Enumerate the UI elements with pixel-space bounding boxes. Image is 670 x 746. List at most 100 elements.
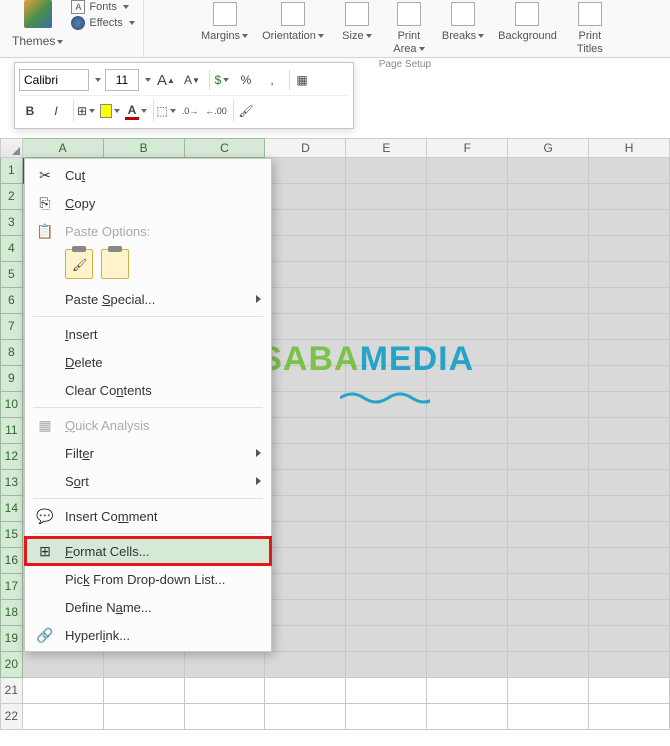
filter-menuitem[interactable]: Filter [25, 439, 271, 467]
cell[interactable] [265, 314, 346, 340]
cell[interactable] [104, 652, 185, 678]
row-header[interactable]: 4 [0, 236, 23, 262]
cell[interactable] [346, 652, 427, 678]
merge-center-button[interactable]: ⬚ [153, 100, 175, 122]
column-header[interactable]: C [185, 138, 266, 158]
cell[interactable] [508, 210, 589, 236]
cell[interactable] [346, 626, 427, 652]
cell[interactable] [104, 704, 185, 730]
column-header[interactable]: B [104, 138, 185, 158]
cell[interactable] [427, 496, 508, 522]
paste-option-paste[interactable] [65, 249, 93, 279]
column-header[interactable]: G [508, 138, 589, 158]
cell[interactable] [23, 652, 104, 678]
column-header[interactable]: D [265, 138, 346, 158]
accounting-format-button[interactable]: $ [209, 69, 231, 91]
cell[interactable] [427, 210, 508, 236]
cell[interactable] [589, 522, 670, 548]
cell[interactable] [346, 496, 427, 522]
cell[interactable] [346, 158, 427, 184]
row-header[interactable]: 14 [0, 496, 23, 522]
cell[interactable] [265, 236, 346, 262]
cell[interactable] [265, 262, 346, 288]
cell[interactable] [589, 288, 670, 314]
row-header[interactable]: 3 [0, 210, 23, 236]
cell[interactable] [346, 470, 427, 496]
cell[interactable] [427, 704, 508, 730]
cell[interactable] [346, 262, 427, 288]
cell[interactable] [589, 626, 670, 652]
fill-color-button[interactable] [99, 100, 121, 122]
size-button[interactable]: Size [332, 0, 382, 57]
cell[interactable] [589, 574, 670, 600]
cell[interactable] [346, 574, 427, 600]
themes-button[interactable]: Themes [12, 0, 63, 48]
cell[interactable] [346, 184, 427, 210]
cell[interactable] [589, 652, 670, 678]
cell[interactable] [589, 262, 670, 288]
cell[interactable] [508, 418, 589, 444]
cell[interactable] [346, 704, 427, 730]
row-header[interactable]: 19 [0, 626, 23, 652]
chevron-down-icon[interactable] [95, 78, 101, 82]
row-header[interactable]: 13 [0, 470, 23, 496]
cell[interactable] [346, 522, 427, 548]
column-header[interactable]: F [427, 138, 508, 158]
cell[interactable] [427, 600, 508, 626]
cell[interactable] [265, 548, 346, 574]
row-header[interactable]: 7 [0, 314, 23, 340]
cell[interactable] [589, 548, 670, 574]
clear-contents-menuitem[interactable]: Clear Contents [25, 376, 271, 404]
decrease-decimal-button[interactable]: .0→ [179, 100, 201, 122]
cell[interactable] [589, 340, 670, 366]
cell[interactable] [265, 600, 346, 626]
row-header[interactable]: 8 [0, 340, 23, 366]
row-header[interactable]: 20 [0, 652, 23, 678]
column-header[interactable]: A [23, 138, 104, 158]
cell[interactable] [265, 678, 346, 704]
cell[interactable] [346, 444, 427, 470]
font-color-button[interactable]: A [125, 100, 147, 122]
cell[interactable] [427, 678, 508, 704]
cell[interactable] [346, 366, 427, 392]
cell[interactable] [346, 678, 427, 704]
cell[interactable] [508, 574, 589, 600]
cell[interactable] [589, 158, 670, 184]
italic-button[interactable]: I [45, 100, 67, 122]
cell[interactable] [589, 470, 670, 496]
cell[interactable] [346, 600, 427, 626]
cell[interactable] [265, 704, 346, 730]
column-header[interactable]: E [346, 138, 427, 158]
increase-font-button[interactable]: A▲ [155, 69, 177, 91]
cell[interactable] [427, 470, 508, 496]
row-header[interactable]: 11 [0, 418, 23, 444]
row-header[interactable]: 18 [0, 600, 23, 626]
quick-analysis-menuitem[interactable]: ▦Quick Analysis [25, 411, 271, 439]
paste-special-menuitem[interactable]: Paste Special... [25, 285, 271, 313]
cell[interactable] [589, 444, 670, 470]
cell[interactable] [589, 314, 670, 340]
cell[interactable] [508, 262, 589, 288]
hyperlink-menuitem[interactable]: 🔗Hyperlink... [25, 621, 271, 649]
cell[interactable] [589, 184, 670, 210]
insert-menuitem[interactable]: Insert [25, 320, 271, 348]
cell[interactable] [508, 600, 589, 626]
cell[interactable] [589, 600, 670, 626]
cell[interactable] [265, 392, 346, 418]
cell[interactable] [265, 652, 346, 678]
cell[interactable] [508, 184, 589, 210]
cell[interactable] [427, 158, 508, 184]
cell[interactable] [427, 574, 508, 600]
cell[interactable] [266, 158, 347, 184]
comma-style-button[interactable]: , [261, 69, 283, 91]
font-size-combo[interactable] [105, 69, 139, 91]
print-area-button[interactable]: Print Area [384, 0, 434, 57]
cell[interactable] [427, 288, 508, 314]
cell[interactable] [427, 444, 508, 470]
cell[interactable] [265, 626, 346, 652]
cell[interactable] [185, 678, 266, 704]
sort-menuitem[interactable]: Sort [25, 467, 271, 495]
cell[interactable] [265, 574, 346, 600]
orientation-button[interactable]: Orientation [256, 0, 330, 57]
cell[interactable] [508, 678, 589, 704]
